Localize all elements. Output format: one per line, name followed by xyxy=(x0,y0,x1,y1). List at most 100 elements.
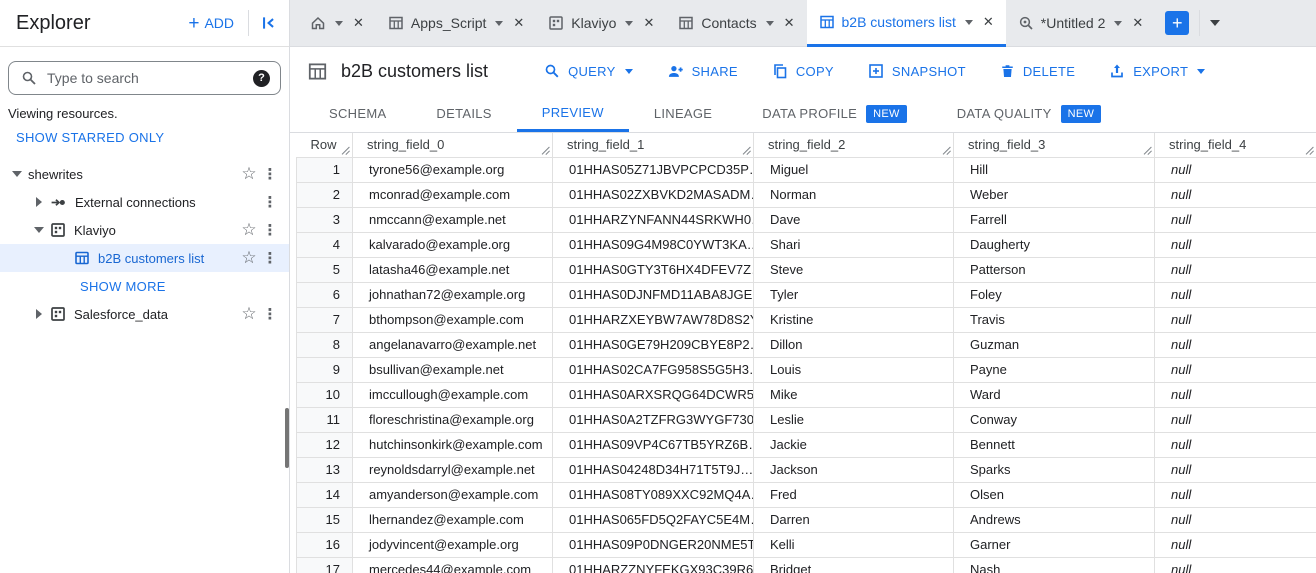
cell-string-field-3[interactable]: Conway xyxy=(953,407,1155,433)
tab-contacts[interactable]: Contacts ✕ xyxy=(666,0,806,46)
cell-string-field-3[interactable]: Daugherty xyxy=(953,232,1155,258)
cell-string-field-2[interactable]: Jackson xyxy=(753,457,954,483)
column-resize-handle-icon[interactable] xyxy=(1305,146,1314,155)
close-icon[interactable]: ✕ xyxy=(1132,15,1143,31)
cell-string-field-4[interactable]: null xyxy=(1154,432,1316,458)
cell-string-field-3[interactable]: Farrell xyxy=(953,207,1155,233)
collapse-arrow-icon[interactable] xyxy=(28,309,50,319)
cell-string-field-4[interactable]: null xyxy=(1154,207,1316,233)
cell-string-field-4[interactable]: null xyxy=(1154,407,1316,433)
cell-string-field-2[interactable]: Kristine xyxy=(753,307,954,333)
cell-string-field-4[interactable]: null xyxy=(1154,482,1316,508)
cell-string-field-0[interactable]: jodyvincent@example.org xyxy=(352,532,553,558)
cell-string-field-2[interactable]: Mike xyxy=(753,382,954,408)
cell-string-field-1[interactable]: 01HHAS0GE79H209CBYE8P2… xyxy=(552,332,754,358)
cell-string-field-0[interactable]: tyrone56@example.org xyxy=(352,157,553,183)
kebab-menu-icon[interactable]: ⋮ xyxy=(261,221,279,239)
collapse-arrow-icon[interactable] xyxy=(28,197,50,207)
cell-string-field-1[interactable]: 01HHAS0GTY3T6HX4DFEV7Z… xyxy=(552,257,754,283)
column-resize-handle-icon[interactable] xyxy=(1143,146,1152,155)
query-button[interactable]: QUERY xyxy=(544,63,633,79)
search-input[interactable] xyxy=(47,70,253,86)
cell-string-field-0[interactable]: johnathan72@example.org xyxy=(352,282,553,308)
delete-button[interactable]: DELETE xyxy=(1000,63,1075,79)
star-icon[interactable]: ☆ xyxy=(237,220,261,240)
tab-overflow-chevron-icon[interactable] xyxy=(1210,20,1221,26)
cell-string-field-2[interactable]: Jackie xyxy=(753,432,954,458)
column-resize-handle-icon[interactable] xyxy=(942,146,951,155)
search-box[interactable]: ? xyxy=(8,61,281,95)
cell-string-field-3[interactable]: Olsen xyxy=(953,482,1155,508)
show-starred-only-link[interactable]: SHOW STARRED ONLY xyxy=(16,130,164,145)
chevron-down-icon[interactable] xyxy=(964,19,973,25)
cell-string-field-3[interactable]: Sparks xyxy=(953,457,1155,483)
tab-schema[interactable]: SCHEMA xyxy=(304,95,411,132)
tree-item-project-shewrites[interactable]: shewrites ☆ ⋮ xyxy=(0,160,289,188)
cell-string-field-2[interactable]: Kelli xyxy=(753,532,954,558)
collapse-panel-icon[interactable] xyxy=(257,12,279,34)
column-resize-handle-icon[interactable] xyxy=(742,146,751,155)
cell-string-field-4[interactable]: null xyxy=(1154,157,1316,183)
close-icon[interactable]: ✕ xyxy=(983,14,994,30)
kebab-menu-icon[interactable]: ⋮ xyxy=(261,249,279,267)
close-icon[interactable]: ✕ xyxy=(784,15,795,31)
cell-string-field-1[interactable]: 01HHAS09G4M98C0YWT3KA… xyxy=(552,232,754,258)
cell-string-field-2[interactable]: Tyler xyxy=(753,282,954,308)
column-header[interactable]: string_field_3 xyxy=(953,133,1155,158)
cell-string-field-0[interactable]: amyanderson@example.com xyxy=(352,482,553,508)
cell-string-field-0[interactable]: bsullivan@example.net xyxy=(352,357,553,383)
tab-lineage[interactable]: LINEAGE xyxy=(629,95,737,132)
cell-string-field-3[interactable]: Ward xyxy=(953,382,1155,408)
close-icon[interactable]: ✕ xyxy=(353,15,364,31)
add-button[interactable]: + ADD xyxy=(182,10,240,37)
cell-string-field-0[interactable]: angelanavarro@example.net xyxy=(352,332,553,358)
cell-string-field-1[interactable]: 01HHAS08TY089XXC92MQ4A… xyxy=(552,482,754,508)
cell-string-field-0[interactable]: lhernandez@example.com xyxy=(352,507,553,533)
cell-string-field-3[interactable]: Andrews xyxy=(953,507,1155,533)
kebab-menu-icon[interactable]: ⋮ xyxy=(261,305,279,323)
tree-item-dataset-klaviyo[interactable]: Klaviyo ☆ ⋮ xyxy=(0,216,289,244)
cell-string-field-4[interactable]: null xyxy=(1154,182,1316,208)
cell-string-field-1[interactable]: 01HHAS0A2TZFRG3WYGF730… xyxy=(552,407,754,433)
copy-button[interactable]: COPY xyxy=(772,63,834,79)
chevron-down-icon[interactable] xyxy=(625,20,634,26)
cell-string-field-2[interactable]: Dillon xyxy=(753,332,954,358)
cell-string-field-0[interactable]: reynoldsdarryl@example.net xyxy=(352,457,553,483)
cell-string-field-4[interactable]: null xyxy=(1154,507,1316,533)
cell-string-field-0[interactable]: nmccann@example.net xyxy=(352,207,553,233)
cell-string-field-4[interactable]: null xyxy=(1154,282,1316,308)
cell-string-field-3[interactable]: Patterson xyxy=(953,257,1155,283)
cell-string-field-1[interactable]: 01HHAS09P0DNGER20NME5T… xyxy=(552,532,754,558)
cell-string-field-4[interactable]: null xyxy=(1154,357,1316,383)
cell-string-field-2[interactable]: Norman xyxy=(753,182,954,208)
column-header[interactable]: Row xyxy=(296,133,353,158)
star-icon[interactable]: ☆ xyxy=(237,304,261,324)
cell-string-field-0[interactable]: floreschristina@example.org xyxy=(352,407,553,433)
cell-string-field-1[interactable]: 01HHAS0DJNFMD11ABA8JGE… xyxy=(552,282,754,308)
cell-string-field-0[interactable]: mercedes44@example.com xyxy=(352,557,553,573)
cell-string-field-4[interactable]: null xyxy=(1154,557,1316,573)
cell-string-field-4[interactable]: null xyxy=(1154,257,1316,283)
cell-string-field-4[interactable]: null xyxy=(1154,382,1316,408)
column-header[interactable]: string_field_1 xyxy=(552,133,754,158)
tab-preview[interactable]: PREVIEW xyxy=(516,95,629,132)
cell-string-field-3[interactable]: Guzman xyxy=(953,332,1155,358)
cell-string-field-0[interactable]: imccullough@example.com xyxy=(352,382,553,408)
cell-string-field-3[interactable]: Payne xyxy=(953,357,1155,383)
cell-string-field-2[interactable]: Darren xyxy=(753,507,954,533)
cell-string-field-2[interactable]: Shari xyxy=(753,232,954,258)
cell-string-field-3[interactable]: Foley xyxy=(953,282,1155,308)
chevron-down-icon[interactable] xyxy=(495,20,504,26)
cell-string-field-1[interactable]: 01HHAS05Z71JBVPCPCD35P… xyxy=(552,157,754,183)
tab-untitled-2[interactable]: *Untitled 2 ✕ xyxy=(1006,0,1156,46)
cell-string-field-4[interactable]: null xyxy=(1154,332,1316,358)
cell-string-field-0[interactable]: bthompson@example.com xyxy=(352,307,553,333)
star-icon[interactable]: ☆ xyxy=(237,164,261,184)
cell-string-field-1[interactable]: 01HHARZZNYFEKGX93C39R6… xyxy=(552,557,754,573)
cell-string-field-3[interactable]: Weber xyxy=(953,182,1155,208)
cell-string-field-1[interactable]: 01HHAS02ZXBVKD2MASADM… xyxy=(552,182,754,208)
cell-string-field-4[interactable]: null xyxy=(1154,232,1316,258)
cell-string-field-2[interactable]: Dave xyxy=(753,207,954,233)
cell-string-field-3[interactable]: Bennett xyxy=(953,432,1155,458)
cell-string-field-1[interactable]: 01HHARZXEYBW7AW78D8S2Y… xyxy=(552,307,754,333)
